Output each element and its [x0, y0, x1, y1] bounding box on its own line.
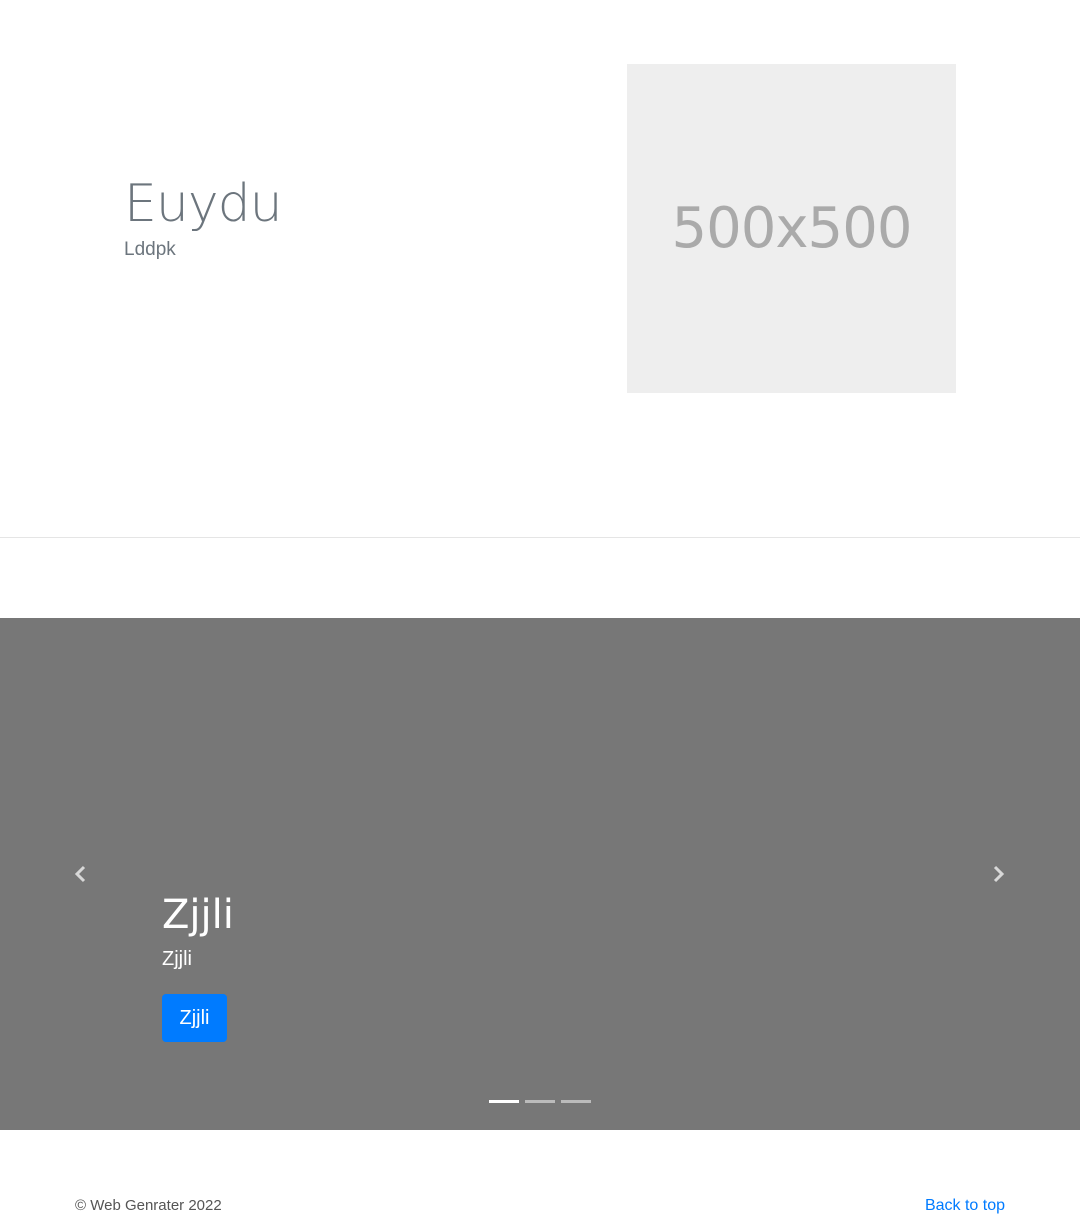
carousel-caption-title: Zjjli	[162, 892, 234, 938]
hero-section: Euydu Lddpk 500x500	[0, 0, 1080, 538]
chevron-right-icon	[993, 865, 1005, 883]
hero-image-label: 500x500	[671, 196, 913, 261]
carousel-next-button[interactable]	[978, 854, 1018, 894]
hero-subtitle: Lddpk	[124, 239, 176, 260]
carousel-indicators	[489, 1100, 591, 1103]
carousel-prev-button[interactable]	[61, 854, 101, 894]
carousel-caption-button[interactable]: Zjjli	[162, 994, 227, 1042]
chevron-left-icon	[74, 865, 86, 883]
footer-copyright: © Web Genrater 2022	[75, 1197, 222, 1214]
hero-image-placeholder: 500x500	[627, 64, 956, 393]
carousel: Zjjli Zjjli Zjjli	[0, 618, 1080, 1130]
carousel-caption-text: Zjjli	[162, 948, 192, 970]
footer: © Web Genrater 2022 Back to top	[0, 1130, 1080, 1218]
back-to-top-link[interactable]: Back to top	[925, 1196, 1005, 1216]
carousel-indicator-2[interactable]	[525, 1100, 555, 1103]
carousel-caption: Zjjli Zjjli Zjjli	[162, 890, 234, 1042]
hero-title: Euydu	[124, 174, 283, 234]
carousel-indicator-1[interactable]	[489, 1100, 519, 1103]
carousel-indicator-3[interactable]	[561, 1100, 591, 1103]
